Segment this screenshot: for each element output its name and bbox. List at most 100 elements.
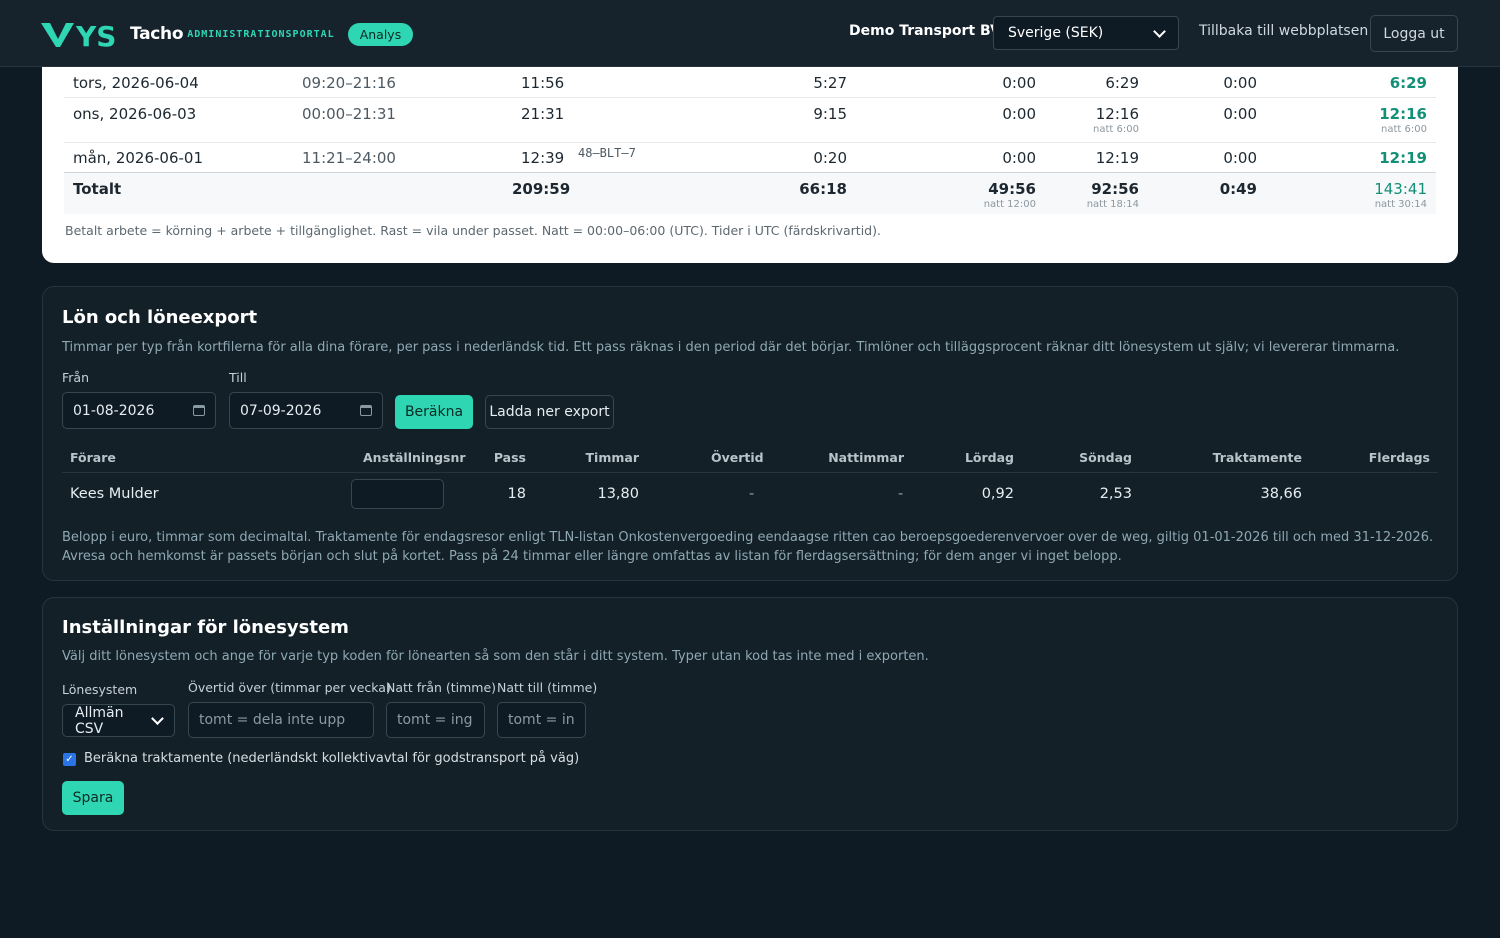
download-export-button[interactable]: Ladda ner export (485, 395, 614, 429)
calculate-button[interactable]: Beräkna (395, 395, 473, 429)
col-driver: Förare (70, 450, 116, 465)
col-employee-no: Anställningsnr (363, 450, 466, 465)
analys-badge[interactable]: Analys (347, 22, 414, 46)
payroll-system-select[interactable]: Allmän CSV (62, 704, 175, 737)
row-date: ons, 2026-06-03 (73, 105, 197, 123)
back-to-website-link[interactable]: Tillbaka till webbplatsen (1199, 23, 1368, 39)
totals-night-rest-sub: natt 12:00 (983, 199, 1036, 210)
row-total: 12:39 (521, 149, 565, 167)
row-overtime: 0:00 (1223, 74, 1257, 92)
country-select-value: Sverige (SEK) (1008, 25, 1104, 41)
brand-logo-icon: YS (41, 20, 116, 51)
sunday-value: 2,53 (1099, 486, 1132, 502)
saturday-value: 0,92 (981, 486, 1014, 502)
payroll-card: Lön och löneexport Timmar per typ från k… (42, 286, 1458, 581)
row-overtime: 0:00 (1223, 149, 1257, 167)
brand-subtitle: ADMINISTRATIONSPORTAL (187, 28, 335, 40)
row-rest: 0:20 (813, 149, 847, 167)
col-sunday: Söndag (1079, 450, 1132, 465)
from-date-value: 01-08-2026 (73, 402, 155, 419)
overtime-value: - (749, 486, 755, 502)
row-night-rest: 0:00 (1002, 74, 1036, 92)
calendar-icon[interactable] (193, 405, 205, 416)
top-bar: YS Tacho ADMINISTRATIONSPORTAL Analys De… (0, 0, 1500, 67)
totals-overtime: 0:49 (1219, 180, 1257, 198)
overtime-threshold-input[interactable]: tomt = dela inte upp (188, 702, 374, 738)
night-to-label: Natt till (timme) (497, 680, 598, 695)
row-rest: 5:27 (813, 74, 847, 92)
row-total: 21:31 (521, 105, 565, 123)
row-overtime: 0:00 (1223, 105, 1257, 123)
row-sum: 12:16 (1379, 105, 1427, 123)
col-hours: Timmar (585, 450, 639, 465)
logo-text: YS (75, 20, 116, 51)
row-sum: 12:19 (1379, 149, 1427, 167)
daily-summary-card: tors, 2026-06-04 09:20–21:16 11:56 5:27 … (42, 40, 1458, 263)
totals-paid: 92:56 (1091, 180, 1139, 198)
totals-sum-sub: natt 30:14 (1374, 199, 1427, 210)
to-date-input[interactable]: 07-09-2026 (229, 392, 383, 429)
col-pass: Pass (493, 450, 526, 465)
row-plate: 48–BLT–7 (578, 146, 636, 160)
to-date-value: 07-09-2026 (240, 402, 322, 419)
from-label: Från (62, 370, 90, 385)
table-row: mån, 2026-06-01 11:21–24:00 12:39 48–BLT… (64, 142, 1436, 173)
totals-rest: 66:18 (799, 180, 847, 198)
overtime-threshold-placeholder: tomt = dela inte upp (199, 712, 346, 728)
night-to-placeholder: tomt = in (508, 712, 575, 728)
row-rest: 9:15 (813, 105, 847, 123)
chevron-down-icon (1153, 24, 1166, 38)
payroll-description: Timmar per typ från kortfilerna för alla… (62, 340, 1400, 355)
row-night-rest: 0:00 (1002, 105, 1036, 123)
daily-note: Betalt arbete = körning + arbete + tillg… (65, 223, 881, 238)
totals-night-rest: 49:56 (988, 180, 1036, 198)
night-from-input[interactable]: tomt = ing (386, 702, 485, 738)
country-select[interactable]: Sverige (SEK) (993, 16, 1179, 50)
row-time-span: 00:00–21:31 (302, 105, 396, 123)
night-hours-value: - (898, 486, 904, 502)
allowance-checkbox[interactable]: ✓ (63, 753, 76, 766)
table-row: tors, 2026-06-04 09:20–21:16 11:56 5:27 … (64, 66, 1436, 98)
payroll-system-label: Lönesystem (62, 682, 138, 697)
row-time-span: 09:20–21:16 (302, 74, 396, 92)
payroll-system-value: Allmän CSV (75, 704, 124, 737)
allowance-value: 38,66 (1260, 486, 1302, 502)
totals-row: Totalt 209:59 66:18 49:56 natt 12:00 92:… (64, 172, 1436, 214)
logo[interactable]: YS Tacho ADMINISTRATIONSPORTAL Analys (40, 17, 414, 51)
logout-button[interactable]: Logga ut (1370, 15, 1458, 52)
row-paid: 6:29 (1105, 74, 1139, 92)
row-paid: 12:16 (1095, 105, 1139, 123)
save-button[interactable]: Spara (62, 781, 124, 815)
table-row: ons, 2026-06-03 00:00–21:31 21:31 9:15 0… (64, 97, 1436, 143)
row-date: tors, 2026-06-04 (73, 74, 199, 92)
totals-total: 209:59 (512, 180, 571, 198)
col-multi-day: Flerdags (1368, 450, 1430, 465)
row-paid: 12:19 (1095, 149, 1139, 167)
allowance-checkbox-label[interactable]: Beräkna traktamente (nederländskt kollek… (84, 751, 579, 766)
row-paid-night: natt 6:00 (1093, 124, 1139, 135)
hours-value: 13,80 (597, 486, 639, 502)
totals-sum: 143:41 (1374, 180, 1427, 198)
row-sum-night: natt 6:00 (1381, 124, 1427, 135)
payroll-title: Lön och löneexport (62, 307, 258, 328)
company-name: Demo Transport BV (849, 23, 1001, 39)
settings-title: Inställningar för lönesystem (62, 617, 349, 638)
from-date-input[interactable]: 01-08-2026 (62, 392, 216, 429)
totals-paid-sub: natt 18:14 (1086, 199, 1139, 210)
pass-value: 18 (507, 486, 526, 502)
night-from-label: Natt från (timme) (386, 680, 497, 695)
col-allowance: Traktamente (1212, 450, 1302, 465)
row-time-span: 11:21–24:00 (302, 149, 396, 167)
row-night-rest: 0:00 (1002, 149, 1036, 167)
overtime-threshold-label: Övertid över (timmar per vecka) (188, 680, 391, 695)
table-header-divider (62, 472, 1438, 473)
night-to-input[interactable]: tomt = in (497, 702, 586, 738)
payroll-settings-card: Inställningar för lönesystem Välj ditt l… (42, 597, 1458, 831)
row-date: mån, 2026-06-01 (73, 149, 204, 167)
night-from-placeholder: tomt = ing (397, 712, 473, 728)
to-label: Till (229, 370, 247, 385)
settings-description: Välj ditt lönesystem och ange för varje … (62, 649, 929, 664)
employee-no-input[interactable] (351, 479, 444, 509)
row-total: 11:56 (521, 74, 565, 92)
calendar-icon[interactable] (360, 405, 372, 416)
